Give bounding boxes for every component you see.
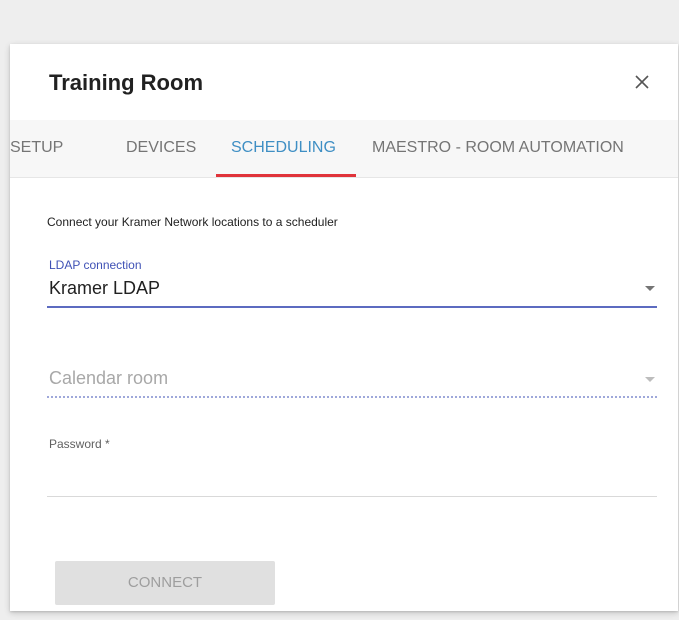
calendar-room-select[interactable]: Calendar room [47,362,657,402]
dropdown-arrow-icon [645,286,655,291]
password-label: Password * [49,437,110,451]
tab-bar: SETUP DEVICES SCHEDULING MAESTRO - ROOM … [10,120,678,178]
connect-button[interactable]: CONNECT [55,561,275,605]
ldap-connection-value: Kramer LDAP [49,278,161,298]
password-field[interactable]: Password * [47,437,657,499]
close-icon [635,75,649,89]
close-button[interactable] [632,72,652,92]
scheduling-description: Connect your Kramer Network locations to… [47,215,338,229]
tab-devices[interactable]: DEVICES [126,120,196,177]
ldap-connection-select[interactable]: LDAP connection Kramer LDAP [47,258,657,310]
ldap-underline [47,306,657,308]
calendar-room-underline [47,396,657,398]
dialog-title: Training Room [49,70,203,95]
tab-setup[interactable]: SETUP [10,120,63,177]
password-underline [47,496,657,497]
dropdown-arrow-icon [645,377,655,382]
calendar-room-placeholder: Calendar room [49,368,169,388]
room-settings-dialog: Training Room SETUP DEVICES SCHEDULING M… [10,44,678,611]
active-tab-indicator [216,174,356,177]
tab-maestro-room-automation[interactable]: MAESTRO - ROOM AUTOMATION [372,120,624,177]
ldap-connection-label: LDAP connection [49,258,142,272]
tab-scheduling[interactable]: SCHEDULING [231,120,336,177]
